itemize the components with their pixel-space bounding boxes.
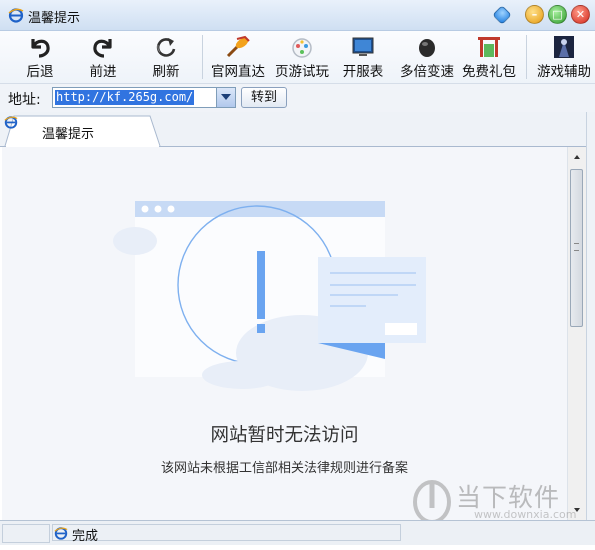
ie-icon	[4, 116, 18, 129]
address-bar: 地址: http://kf.265g.com/ 转到	[0, 84, 595, 112]
ie-icon	[54, 527, 68, 540]
minimize-button[interactable]: –	[525, 5, 544, 24]
official-site-button[interactable]: 官网直达	[205, 31, 271, 83]
maximize-button[interactable]: □	[548, 5, 567, 24]
free-gift-label: 免费礼包	[462, 64, 516, 80]
scrollbar-thumb[interactable]	[570, 169, 583, 327]
server-schedule-label: 开服表	[342, 64, 384, 80]
weapon-icon	[226, 35, 250, 58]
back-label: 后退	[26, 64, 54, 80]
web-game-trial-label: 页游试玩	[275, 64, 329, 80]
site-unavailable-illustration	[113, 201, 426, 391]
page-content: 网站暂时无法访问 该网站未根据工信部相关法律规则进行备案	[2, 147, 567, 520]
forward-arrow-icon	[93, 39, 112, 58]
tab-strip: 温馨提示	[0, 112, 595, 147]
gamepad-icon	[292, 38, 312, 58]
gift-gate-icon	[478, 37, 500, 57]
back-arrow-icon	[31, 39, 50, 58]
game-helper-button[interactable]: 游戏辅助	[534, 31, 594, 83]
status-cell-empty	[2, 524, 50, 543]
close-button[interactable]: ✕	[571, 5, 590, 24]
vertical-scrollbar[interactable]	[567, 147, 586, 520]
error-detail: 该网站未根据工信部相关法律规则进行备案	[160, 461, 408, 476]
status-bar: 完成	[0, 520, 595, 545]
game-helper-icon	[554, 36, 574, 58]
address-dropdown-button[interactable]	[216, 88, 235, 107]
forward-label: 前进	[89, 64, 117, 80]
pin-button[interactable]	[492, 5, 512, 25]
status-cell-main	[52, 524, 401, 541]
toolbar-separator	[202, 35, 203, 79]
speed-icon	[419, 39, 435, 57]
toolbar: 后退 前进 刷新 官网直达 页游试玩 开服表 多倍变速 免费礼包 游戏辅助	[0, 31, 595, 84]
web-game-trial-button[interactable]: 页游试玩	[271, 31, 333, 83]
address-value[interactable]: http://kf.265g.com/	[55, 90, 195, 105]
tab-label: 温馨提示	[42, 127, 95, 142]
official-site-label: 官网直达	[211, 64, 265, 80]
window-title: 温馨提示	[28, 11, 81, 26]
back-button[interactable]: 后退	[10, 31, 70, 83]
watermark-logo-icon	[413, 480, 451, 524]
monitor-icon	[352, 37, 374, 56]
ie-icon	[8, 8, 24, 23]
title-bar: 温馨提示 – □ ✕	[0, 0, 595, 31]
free-gift-button[interactable]: 免费礼包	[458, 31, 520, 83]
address-label: 地址:	[8, 92, 41, 108]
error-title: 网站暂时无法访问	[210, 425, 359, 446]
refresh-label: 刷新	[152, 64, 180, 80]
address-input[interactable]: http://kf.265g.com/	[52, 87, 236, 108]
go-button[interactable]: 转到	[241, 87, 287, 108]
window-right-edge	[586, 112, 595, 544]
toolbar-separator	[526, 35, 527, 79]
speed-multiplier-button[interactable]: 多倍变速	[396, 31, 458, 83]
status-text: 完成	[72, 529, 99, 544]
grip-icon	[574, 243, 579, 251]
server-schedule-button[interactable]: 开服表	[336, 31, 390, 83]
refresh-button[interactable]: 刷新	[136, 31, 196, 83]
scroll-up-arrow-icon[interactable]	[569, 149, 585, 165]
refresh-icon	[156, 38, 176, 57]
tab-notice[interactable]: 温馨提示	[4, 115, 161, 147]
chevron-down-icon	[221, 94, 231, 100]
watermark: 当下软件园 www.downxia.com	[412, 478, 582, 548]
game-helper-label: 游戏辅助	[537, 64, 591, 80]
speed-multiplier-label: 多倍变速	[400, 64, 454, 80]
forward-button[interactable]: 前进	[73, 31, 133, 83]
